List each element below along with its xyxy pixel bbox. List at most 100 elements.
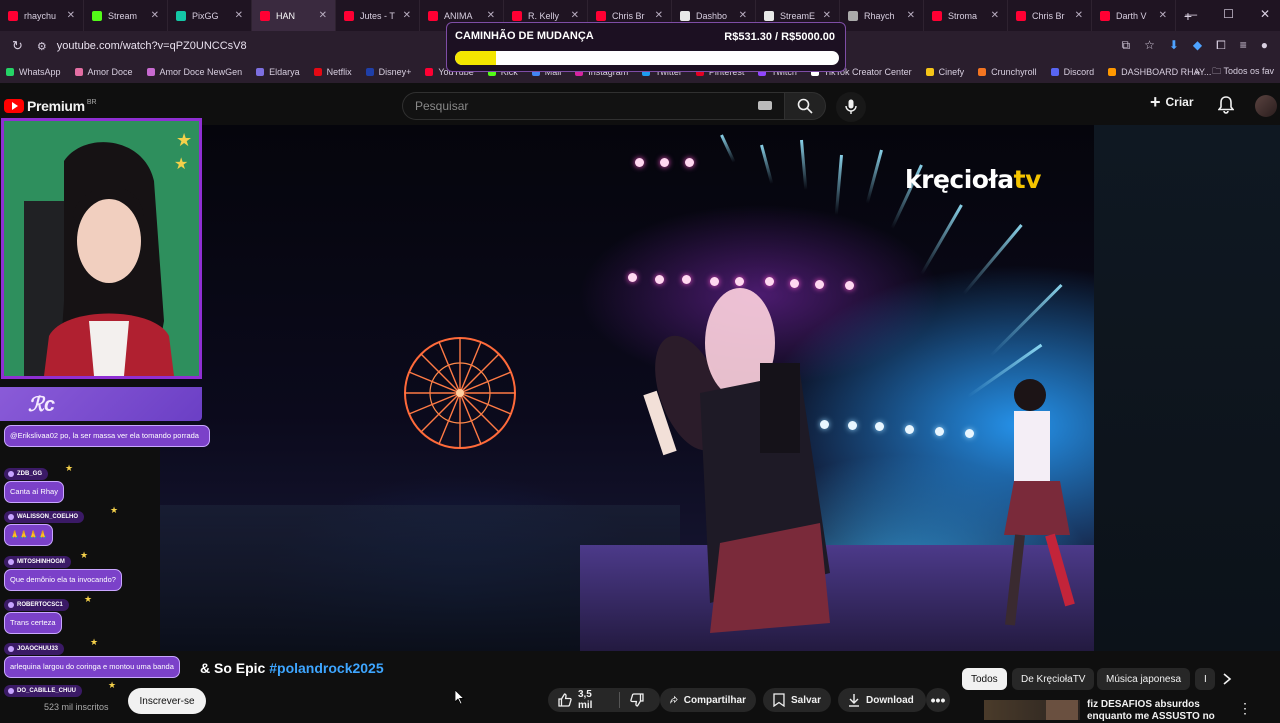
performer-figure <box>643 288 830 633</box>
create-button[interactable]: + Criar <box>1150 92 1194 112</box>
extensions-puzzle-icon[interactable]: ⧠ <box>1216 38 1226 53</box>
search-input[interactable]: Pesquisar <box>402 92 784 120</box>
browser-tab[interactable]: Darth V ✕ <box>1092 0 1176 31</box>
tab-label: Chris Br <box>1032 10 1065 21</box>
account-avatar[interactable] <box>1255 95 1277 117</box>
video-hashtag-link[interactable]: #polandrock2025 <box>269 660 383 676</box>
browser-tab[interactable]: rhaychu ✕ <box>0 0 84 31</box>
maximize-icon[interactable]: ☐ <box>1223 7 1234 21</box>
bookmark-item[interactable]: Crunchyroll <box>978 67 1037 77</box>
tab-close-icon[interactable]: ✕ <box>571 10 579 21</box>
star-badge-icon: ★ <box>108 680 117 690</box>
all-bookmarks-folder[interactable]: 🗀 Todos os fav <box>1212 64 1274 80</box>
filter-chip[interactable]: I <box>1195 668 1215 690</box>
more-vertical-icon[interactable]: ⋮ <box>1238 700 1252 717</box>
address-bar[interactable]: youtube.com/watch?v=qPZ0UNCCsV8 <box>57 40 247 52</box>
user-badge-icon <box>8 514 14 520</box>
chevron-right-icon[interactable] <box>1222 673 1232 685</box>
tab-favicon-icon <box>680 10 690 21</box>
tab-favicon-icon <box>764 10 774 21</box>
browser-tab[interactable]: Jutes - T ✕ <box>336 0 420 31</box>
tab-favicon-icon <box>932 10 942 21</box>
save-button[interactable]: Salvar <box>763 688 831 712</box>
notifications-bell-icon[interactable] <box>1218 96 1234 114</box>
tab-favicon-icon <box>848 10 858 21</box>
bookmark-label: Amor Doce <box>87 67 133 77</box>
more-actions-button[interactable]: ••• <box>926 688 950 712</box>
watermark-tv: tv <box>1013 165 1042 194</box>
browser-tab[interactable]: Chris Br ✕ <box>1008 0 1092 31</box>
stage-bulb <box>935 427 944 436</box>
extension-icon[interactable]: ◆ <box>1193 38 1202 53</box>
site-info-icon[interactable]: ⚙ <box>37 40 47 53</box>
video-player[interactable]: kręciołatv <box>160 125 1094 651</box>
bookmark-star-icon[interactable]: ☆ <box>1144 38 1155 53</box>
tab-close-icon[interactable]: ✕ <box>235 10 243 21</box>
suggested-video-title[interactable]: fiz DESAFIOS absurdos enquanto me ASSUST… <box>1087 699 1217 723</box>
tab-favicon-icon <box>8 10 18 21</box>
chat-message-text: Canta aí Rhay <box>10 487 58 496</box>
tab-close-icon[interactable]: ✕ <box>67 10 75 21</box>
bookmark-item[interactable]: Cinefy <box>925 67 964 77</box>
minimize-icon[interactable]: — <box>1185 7 1197 21</box>
mouse-cursor-icon <box>455 690 465 705</box>
user-badge-icon <box>8 688 14 694</box>
browser-tab[interactable]: HAN ✕ <box>252 0 336 31</box>
browser-tab[interactable]: PixGG ✕ <box>168 0 252 31</box>
tab-close-icon[interactable]: ✕ <box>991 10 999 21</box>
chat-username-text: DO_CABILLE_CHUU <box>17 688 77 694</box>
youtube-logo[interactable]: Premium BR <box>4 98 97 114</box>
filter-chip[interactable]: De KręciołaTV <box>1012 668 1095 690</box>
tab-close-icon[interactable]: ✕ <box>655 10 663 21</box>
tab-close-icon[interactable]: ✕ <box>487 10 495 21</box>
light-beam <box>920 204 963 276</box>
tab-close-icon[interactable]: ✕ <box>907 10 915 21</box>
thumbs-down-icon[interactable] <box>630 693 644 707</box>
browser-tab[interactable]: Rhaych ✕ <box>840 0 924 31</box>
filter-chip[interactable]: Música japonesa <box>1097 668 1191 690</box>
bookmark-item[interactable]: Amor Doce NewGen <box>146 67 242 77</box>
bookmark-item[interactable]: Amor Doce <box>74 67 133 77</box>
search-icon <box>797 98 813 114</box>
bookmark-item[interactable]: Eldarya <box>256 67 300 77</box>
close-window-icon[interactable]: ✕ <box>1260 7 1270 21</box>
tab-close-icon[interactable]: ✕ <box>1159 10 1167 21</box>
chat-username: MITOSHINHOGM <box>4 556 71 568</box>
tab-close-icon[interactable]: ✕ <box>403 10 411 21</box>
search-button[interactable] <box>784 92 826 120</box>
youtube-brand-label: Premium <box>27 98 85 114</box>
subscribe-button[interactable]: Inscrever-se <box>128 688 206 714</box>
bookmark-label: Eldarya <box>269 67 300 77</box>
browser-tab[interactable]: Stream ✕ <box>84 0 168 31</box>
download-button[interactable]: Download <box>838 688 926 712</box>
reload-icon[interactable]: ↻ <box>12 38 23 54</box>
bookmark-item[interactable]: WhatsApp <box>6 67 61 77</box>
plus-icon: + <box>1150 92 1161 112</box>
bookmarks-overflow-icon[interactable]: » <box>1195 67 1200 77</box>
chat-username: ROBERTOCSC1 <box>4 599 69 611</box>
profile-icon[interactable]: ● <box>1261 38 1268 53</box>
download-ext-icon[interactable]: ⬇ <box>1169 38 1179 53</box>
bookmark-item[interactable]: Disney+ <box>365 67 411 77</box>
tab-close-icon[interactable]: ✕ <box>151 10 159 21</box>
cast-icon[interactable]: ⧉ <box>1121 38 1130 53</box>
chat-message: arlequina largou do coringa e montou uma… <box>4 656 180 678</box>
filter-chip[interactable]: Todos <box>962 668 1007 690</box>
bookmark-favicon-icon <box>6 68 14 76</box>
bookmark-item[interactable]: Netflix <box>313 67 352 77</box>
chat-message-text: Trans certeza <box>10 618 56 627</box>
browser-tab[interactable]: Stroma ✕ <box>924 0 1008 31</box>
tab-close-icon[interactable]: ✕ <box>823 10 831 21</box>
voice-search-button[interactable] <box>836 92 866 122</box>
keyboard-icon[interactable] <box>758 101 772 110</box>
share-button[interactable]: Compartilhar <box>660 688 756 712</box>
tab-favicon-icon <box>176 10 186 21</box>
tab-close-icon[interactable]: ✕ <box>739 10 747 21</box>
chat-username: DO_CABILLE_CHUU <box>4 685 83 697</box>
like-button[interactable]: 3,5 mil <box>558 689 609 711</box>
light-beam <box>720 134 736 163</box>
bookmark-item[interactable]: Discord <box>1050 67 1094 77</box>
reading-list-icon[interactable]: ≡ <box>1240 38 1247 53</box>
tab-close-icon[interactable]: ✕ <box>319 10 327 21</box>
tab-close-icon[interactable]: ✕ <box>1075 10 1083 21</box>
